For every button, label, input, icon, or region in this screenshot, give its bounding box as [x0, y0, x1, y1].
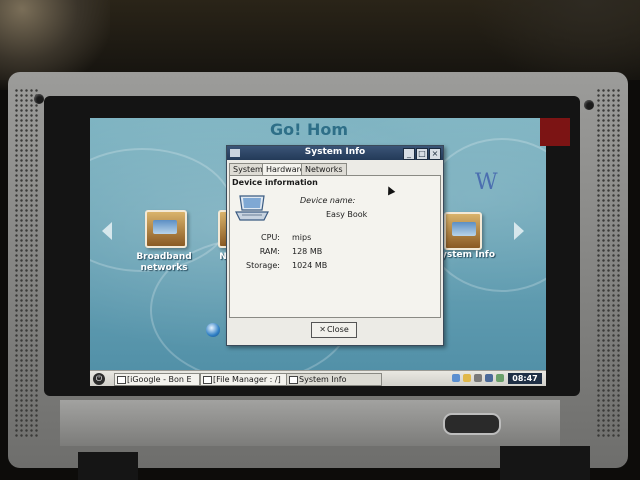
system-info-window: System Info _ □ × System Hardware Networ…	[226, 145, 444, 346]
section-title: Device information	[232, 178, 318, 187]
taskbar: ⏻ [iGoogle - Bon E [File Manager : /] Sy…	[90, 370, 546, 386]
device-name-label: Device name:	[300, 196, 356, 205]
ram-value: 128 MB	[292, 247, 323, 256]
battery-icon[interactable]	[463, 374, 471, 382]
base-foot-right	[500, 446, 590, 480]
desktop-logo-right: W	[475, 170, 498, 195]
keyboard-icon[interactable]	[485, 374, 493, 382]
ram-label: RAM:	[259, 247, 280, 256]
task-label: [iGoogle - Bon E	[127, 375, 192, 384]
network-icon[interactable]	[452, 374, 460, 382]
task-label: System Info	[299, 375, 347, 384]
system-info-icon	[289, 376, 298, 384]
desktop: Go! Hom W Broadband networks N ystem Inf…	[90, 118, 546, 386]
browser-icon	[117, 376, 126, 384]
hinge-button[interactable]	[443, 413, 501, 435]
task-system-info[interactable]: System Info	[286, 373, 382, 386]
wifi-icon[interactable]	[496, 374, 504, 382]
desktop-logo: Go! Hom	[270, 120, 349, 139]
hardware-panel: Device information Device name: Easy Boo…	[229, 175, 441, 318]
tab-networks[interactable]: Networks	[301, 163, 347, 175]
window-close-icon[interactable]: ×	[429, 148, 441, 160]
desktop-icon-label-broadband[interactable]: Broadband networks	[126, 252, 202, 274]
task-browser[interactable]: [iGoogle - Bon E	[114, 373, 200, 386]
volume-icon[interactable]	[474, 374, 482, 382]
screw-icon	[34, 94, 44, 104]
cpu-label: CPU:	[261, 233, 280, 242]
laptop-device-icon	[235, 195, 269, 221]
storage-value: 1024 MB	[292, 261, 328, 270]
nav-right-arrow-icon[interactable]	[514, 222, 524, 240]
system-info-icon[interactable]	[444, 212, 482, 250]
cpu-value: mips	[292, 233, 312, 242]
task-file-manager[interactable]: [File Manager : /]	[200, 373, 296, 386]
folder-icon	[203, 376, 212, 384]
minimize-icon[interactable]: _	[403, 148, 415, 160]
maximize-icon[interactable]: □	[416, 148, 428, 160]
speaker-grill-right	[596, 88, 620, 438]
storage-label: Storage:	[246, 261, 280, 270]
speaker-grill-left	[14, 88, 38, 438]
nav-left-arrow-icon[interactable]	[102, 222, 112, 240]
broadband-icon[interactable]	[145, 210, 187, 248]
device-name-value: Easy Book	[326, 210, 368, 219]
base-foot-left	[78, 452, 138, 480]
globe-icon[interactable]	[206, 323, 220, 337]
power-icon[interactable]: ⏻	[93, 373, 105, 385]
close-button-label: Close	[326, 325, 349, 334]
clock[interactable]: 08:47	[508, 373, 542, 384]
task-label: [File Manager : /]	[213, 375, 281, 384]
close-button[interactable]: ✕Close	[311, 322, 357, 338]
desktop-icon-label-system-info[interactable]: ystem Info	[438, 250, 498, 261]
close-x-icon: ✕	[319, 325, 326, 334]
screen-corner-shadow	[540, 118, 570, 146]
screw-icon	[584, 100, 594, 110]
window-titlebar[interactable]: System Info _ □ ×	[227, 146, 443, 160]
